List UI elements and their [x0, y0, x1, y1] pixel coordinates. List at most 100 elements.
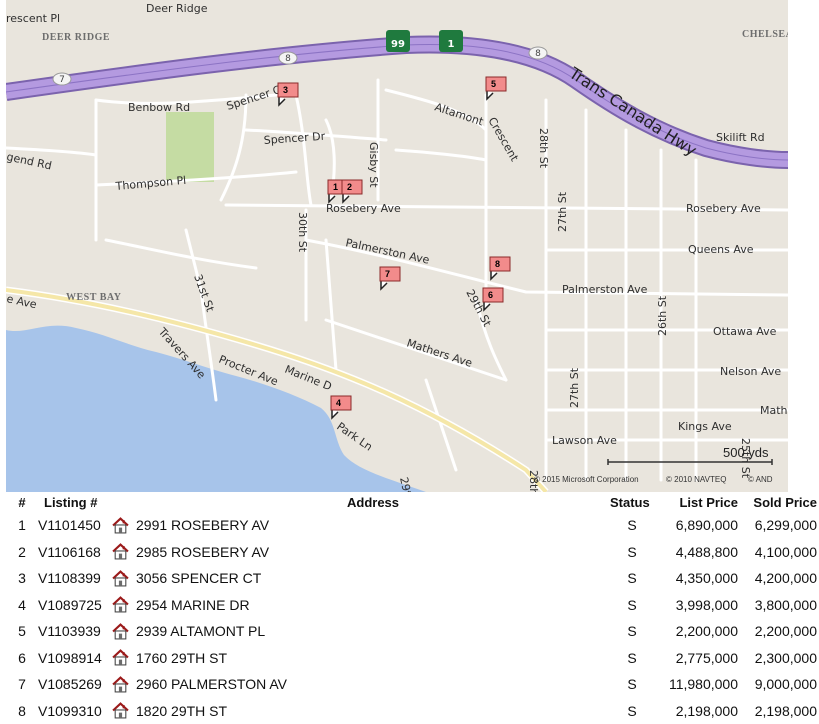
row-status: S	[627, 623, 637, 640]
area-label-deer-ridge: DEER RIDGE	[42, 32, 110, 43]
svg-text:Deer Ridge: Deer Ridge	[146, 2, 208, 15]
header-address: Address	[346, 494, 400, 510]
svg-text:7: 7	[59, 75, 65, 85]
table-row: 8 V1099310 1820 29TH ST S 2,198,000 2,198,000	[6, 698, 817, 724]
svg-text:Nelson Ave: Nelson Ave	[720, 365, 781, 378]
row-address: 2960 PALMERSTON AV	[136, 676, 287, 693]
house-icon[interactable]	[112, 565, 136, 592]
house-icon[interactable]	[112, 592, 136, 619]
row-listing-number[interactable]: V1103939	[38, 618, 112, 645]
row-list-price: 6,890,000	[675, 517, 738, 534]
svg-text:Ottawa Ave: Ottawa Ave	[713, 325, 777, 338]
house-icon[interactable]	[112, 543, 129, 560]
svg-text:26th St: 26th St	[656, 295, 669, 336]
house-icon[interactable]	[112, 569, 129, 587]
row-index: 5	[18, 623, 26, 640]
house-icon[interactable]	[112, 671, 136, 698]
row-address: 2954 MARINE DR	[136, 596, 250, 613]
house-icon[interactable]	[112, 702, 129, 719]
map-view[interactable]: 99 1 8 8 7 DEER RIDGE CHELSEA WEST BAY T…	[6, 0, 788, 492]
svg-text:27th St: 27th St	[568, 367, 581, 408]
svg-text:99: 99	[391, 39, 405, 50]
table-row: 3 V1108399 3056 SPENCER CT S 4,350,000 4,200,…	[6, 565, 817, 592]
map-pin-label: 1	[333, 182, 338, 192]
row-listing-number[interactable]: V1098914	[38, 645, 112, 672]
svg-text:28th St: 28th St	[537, 128, 550, 169]
row-index: 1	[18, 517, 26, 534]
house-icon[interactable]	[112, 539, 136, 566]
row-sold-price: 4,100,000	[754, 543, 817, 560]
svg-text:30th St: 30th St	[296, 212, 309, 253]
svg-text:rescent Pl: rescent Pl	[6, 12, 60, 25]
header-listing: Listing #	[44, 494, 98, 510]
table-header-row: # Listing # Address Status List Price So…	[6, 492, 817, 512]
park-area	[166, 112, 214, 182]
row-sold-price: 3,800,000	[754, 596, 817, 613]
svg-text:8: 8	[285, 54, 291, 64]
svg-text:500 yds: 500 yds	[723, 445, 769, 460]
table-row: 6 V1098914 1760 29TH ST S 2,775,000 2,300,000	[6, 645, 817, 672]
copyright-navteq: © 2010 NAVTEQ	[666, 475, 726, 484]
house-icon[interactable]	[112, 622, 129, 640]
row-list-price: 2,775,000	[675, 649, 738, 666]
shield-8b-icon: 8	[528, 46, 548, 60]
house-icon[interactable]	[112, 645, 136, 672]
row-list-price: 2,200,000	[675, 623, 738, 640]
house-icon[interactable]	[112, 618, 136, 645]
area-label-west-bay: WEST BAY	[66, 292, 122, 303]
table-row: 1 V1101450 2991 ROSEBERY AV S 6,890,000 6,299…	[6, 512, 817, 539]
house-icon[interactable]	[112, 698, 136, 724]
svg-text:Benbow Rd: Benbow Rd	[128, 101, 190, 114]
row-index: 6	[18, 649, 26, 666]
house-icon[interactable]	[112, 596, 129, 613]
svg-text:Queens Ave: Queens Ave	[688, 243, 754, 256]
row-status: S	[627, 543, 637, 560]
row-list-price: 2,198,000	[675, 702, 738, 719]
row-address: 1820 29TH ST	[136, 702, 228, 719]
header-list-price: List Price	[679, 494, 738, 510]
header-index: #	[18, 494, 26, 510]
house-icon[interactable]	[112, 516, 129, 534]
row-index: 7	[18, 676, 26, 693]
copyright-and: © AND	[748, 475, 773, 484]
row-sold-price: 2,198,000	[754, 702, 817, 719]
row-listing-number[interactable]: V1108399	[38, 565, 112, 592]
house-icon[interactable]	[112, 512, 136, 539]
area-label-chelsea: CHELSEA	[742, 29, 788, 40]
row-address: 2939 ALTAMONT PL	[136, 623, 266, 640]
table-row: 7 V1085269 2960 PALMERSTON AV S 11,980,000 9,…	[6, 671, 817, 698]
house-icon[interactable]	[112, 675, 129, 693]
map-pin-label: 2	[347, 182, 352, 192]
svg-text:Rosebery Ave: Rosebery Ave	[686, 202, 761, 215]
row-sold-price: 2,300,000	[754, 649, 817, 666]
row-index: 2	[18, 543, 26, 560]
row-status: S	[627, 570, 637, 587]
table-row: 5 V1103939 2939 ALTAMONT PL S 2,200,000 2,200…	[6, 618, 817, 645]
row-status: S	[627, 596, 637, 613]
svg-text:Kings Ave: Kings Ave	[678, 420, 732, 433]
row-address: 2985 ROSEBERY AV	[136, 543, 270, 560]
row-sold-price: 4,200,000	[754, 570, 817, 587]
row-status: S	[627, 676, 637, 693]
row-list-price: 3,998,000	[675, 596, 738, 613]
map-pin-label: 3	[283, 85, 288, 95]
svg-text:Lawson Ave: Lawson Ave	[552, 434, 617, 447]
row-listing-number[interactable]: V1101450	[38, 512, 112, 539]
header-status: Status	[610, 494, 650, 510]
row-index: 8	[18, 702, 26, 719]
table-row: 4 V1089725 2954 MARINE DR S 3,998,000 3,800,0…	[6, 592, 817, 619]
row-listing-number[interactable]: V1099310	[38, 698, 112, 724]
shield-7-icon: 7	[52, 72, 72, 86]
house-icon[interactable]	[112, 649, 129, 666]
shield-99-icon: 99	[386, 30, 410, 52]
row-sold-price: 9,000,000	[754, 676, 817, 693]
row-list-price: 4,488,800	[675, 543, 738, 560]
svg-text:Rosebery Ave: Rosebery Ave	[326, 202, 401, 215]
row-listing-number[interactable]: V1085269	[38, 671, 112, 698]
row-listing-number[interactable]: V1089725	[38, 592, 112, 619]
row-address: 2991 ROSEBERY AV	[136, 517, 270, 534]
row-status: S	[627, 517, 637, 534]
row-listing-number[interactable]: V1106168	[38, 539, 112, 566]
svg-text:Palmerston Ave: Palmerston Ave	[562, 283, 648, 296]
row-list-price: 4,350,000	[675, 570, 738, 587]
